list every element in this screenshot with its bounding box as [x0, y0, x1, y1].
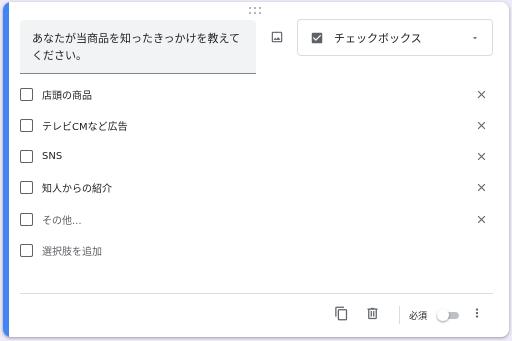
duplicate-button[interactable]: [332, 304, 350, 322]
close-icon: [477, 183, 485, 191]
option-label[interactable]: SNS: [42, 151, 472, 162]
question-title-input[interactable]: あなたが当商品を知ったきっかけを教えてください。: [20, 20, 256, 74]
remove-option-button[interactable]: [472, 147, 490, 165]
add-option-link[interactable]: 選択肢を追加: [42, 243, 496, 258]
question-card[interactable]: あなたが当商品を知ったきっかけを教えてください。 チェックボックス 店頭の商品 …: [3, 2, 509, 337]
question-type-select[interactable]: チェックボックス: [297, 19, 493, 56]
question-type-label: チェックボックス: [334, 31, 422, 45]
active-card-indicator: [3, 2, 9, 337]
copy-icon: [334, 306, 347, 320]
option-other-label[interactable]: その他...: [42, 212, 472, 227]
option-label[interactable]: 店頭の商品: [42, 87, 472, 102]
required-label: 必須: [409, 312, 428, 322]
toggle-thumb: [437, 309, 449, 321]
drag-handle-icon[interactable]: [249, 7, 263, 17]
footer-separator: [399, 306, 400, 324]
option-row[interactable]: 知人からの紹介: [20, 177, 496, 197]
dropdown-arrow-icon: [472, 36, 478, 39]
option-label[interactable]: テレビCMなど広告: [42, 118, 472, 133]
footer-divider: [20, 293, 493, 294]
close-icon: [477, 121, 485, 129]
option-checkbox: [20, 180, 33, 194]
option-row[interactable]: 店頭の商品: [20, 84, 496, 104]
trash-icon: [367, 307, 377, 319]
option-checkbox: [20, 118, 33, 132]
option-label[interactable]: 知人からの紹介: [42, 180, 472, 195]
more-vert-icon: [475, 308, 479, 318]
option-checkbox: [20, 149, 33, 163]
option-row[interactable]: テレビCMなど広告: [20, 115, 496, 135]
remove-option-button[interactable]: [472, 178, 490, 196]
option-checkbox: [20, 212, 33, 226]
option-row[interactable]: SNS: [20, 146, 496, 166]
required-toggle[interactable]: [437, 309, 461, 321]
close-icon: [477, 90, 485, 98]
image-icon: [271, 31, 283, 43]
remove-option-button[interactable]: [472, 116, 490, 134]
checkbox-checked-icon: [311, 32, 323, 43]
add-image-button[interactable]: [267, 27, 287, 47]
remove-option-button[interactable]: [472, 85, 490, 103]
add-option-row[interactable]: 選択肢を追加: [20, 240, 496, 260]
option-row-other[interactable]: その他...: [20, 209, 496, 229]
remove-option-button[interactable]: [472, 210, 490, 228]
question-title-text: あなたが当商品を知ったきっかけを教えてください。: [32, 32, 241, 62]
close-icon: [477, 215, 485, 223]
more-options-button[interactable]: [468, 304, 486, 322]
option-checkbox: [20, 243, 33, 257]
delete-button[interactable]: [363, 304, 381, 322]
option-checkbox: [20, 87, 33, 101]
close-icon: [477, 152, 485, 160]
